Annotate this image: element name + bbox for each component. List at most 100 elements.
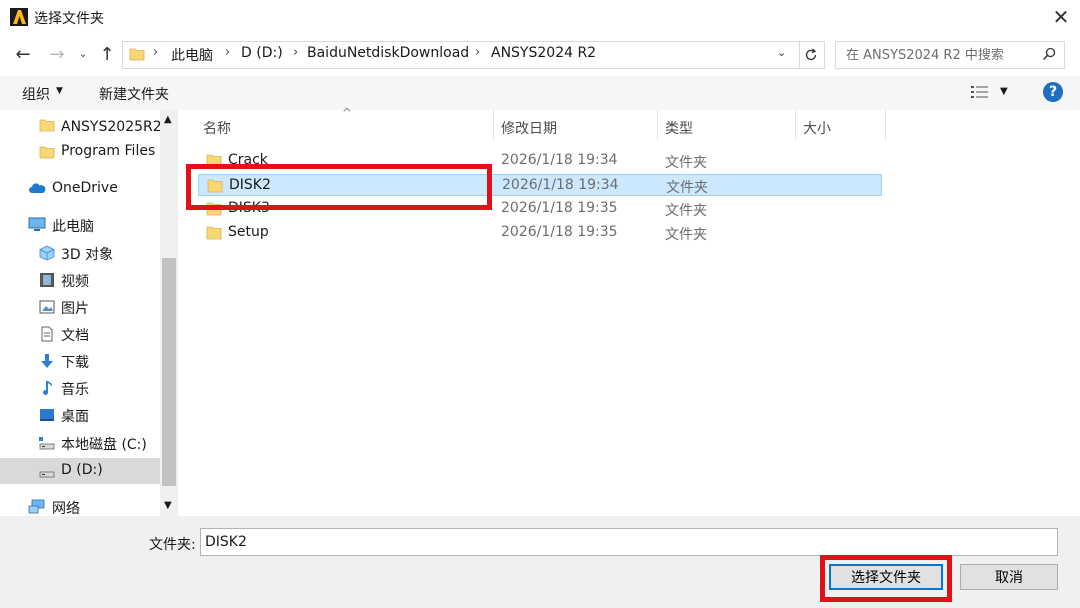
breadcrumb-separator: › — [225, 45, 231, 60]
sidebar-scrollbar-thumb[interactable] — [162, 258, 176, 486]
sidebar-item-network[interactable]: 网络 — [0, 494, 160, 516]
sidebar-item-program-files[interactable]: Program Files — [0, 139, 160, 165]
view-mode-dropdown-icon[interactable]: ▼ — [1000, 86, 1008, 97]
table-row[interactable]: Crack 2026/1/18 19:34 文件夹 — [198, 150, 882, 172]
computer-icon — [28, 217, 46, 231]
organize-button[interactable]: 组织 — [22, 84, 50, 104]
file-name: DISK3 — [228, 200, 270, 216]
column-divider[interactable] — [885, 110, 886, 140]
sidebar-item-pictures[interactable]: 图片 — [0, 294, 160, 320]
scroll-down-icon[interactable]: ▼ — [164, 500, 172, 511]
search-box[interactable] — [835, 41, 1065, 69]
help-icon[interactable]: ? — [1043, 82, 1063, 102]
sidebar-item-label: 音乐 — [61, 382, 89, 398]
sidebar-item-ansys2025r2[interactable]: ANSYS2025R2安 — [0, 112, 160, 138]
title-bar: 选择文件夹 ✕ — [0, 0, 1080, 36]
column-divider[interactable] — [657, 110, 658, 140]
folder-name-field[interactable] — [200, 528, 1058, 556]
sidebar-item-label: 视频 — [61, 274, 89, 290]
sidebar-item-local-disk-c[interactable]: 本地磁盘 (C:) — [0, 430, 160, 456]
file-type: 文件夹 — [666, 180, 708, 196]
sort-ascending-icon: ^ — [342, 106, 353, 120]
sidebar-item-label: 3D 对象 — [61, 247, 114, 263]
file-modified: 2026/1/18 19:34 — [501, 152, 618, 168]
sidebar-item-music[interactable]: 音乐 — [0, 375, 160, 401]
sidebar-item-videos[interactable]: 视频 — [0, 267, 160, 293]
sidebar-item-desktop[interactable]: 桌面 — [0, 402, 160, 428]
folder-icon — [39, 146, 55, 159]
sidebar-item-3d-objects[interactable]: 3D 对象 — [0, 240, 160, 266]
search-input[interactable] — [846, 45, 1036, 65]
breadcrumb-separator: › — [293, 45, 299, 60]
view-mode-icon[interactable] — [970, 84, 990, 100]
forward-arrow-icon[interactable]: → — [44, 41, 70, 67]
sidebar-item-label: ANSYS2025R2安 — [61, 119, 160, 135]
sidebar-item-this-pc[interactable]: 此电脑 — [0, 212, 160, 238]
sidebar-item-label: Program Files — [61, 143, 156, 159]
cloud-icon — [29, 183, 46, 193]
select-folder-button[interactable]: 选择文件夹 — [829, 564, 943, 590]
folder-icon — [206, 202, 222, 216]
refresh-icon[interactable] — [798, 41, 825, 69]
table-row[interactable]: DISK3 2026/1/18 19:35 文件夹 — [198, 198, 882, 220]
close-icon[interactable]: ✕ — [1044, 2, 1078, 32]
sidebar-item-label: OneDrive — [52, 180, 118, 196]
search-icon[interactable] — [1042, 47, 1056, 61]
table-row[interactable]: DISK2 2026/1/18 19:34 文件夹 — [198, 174, 882, 196]
file-type: 文件夹 — [665, 227, 707, 243]
recent-locations-chevron-icon[interactable]: ⌄ — [74, 41, 92, 67]
column-header-name[interactable]: 名称 — [203, 118, 231, 138]
dialog-footer: 文件夹: 选择文件夹 取消 — [0, 516, 1080, 608]
desktop-icon — [40, 409, 54, 421]
folder-icon — [39, 119, 55, 132]
command-toolbar: 组织 ▼ 新建文件夹 ▼ ? — [0, 76, 1080, 110]
cancel-button[interactable]: 取消 — [960, 564, 1058, 590]
sidebar-item-label: 网络 — [52, 501, 80, 516]
breadcrumb-baidunetdiskdownload[interactable]: BaiduNetdiskDownload — [307, 45, 469, 61]
breadcrumb-d-drive[interactable]: D (D:) — [241, 45, 283, 61]
network-icon — [28, 499, 45, 514]
document-icon — [41, 326, 53, 342]
sidebar-item-label: 桌面 — [61, 409, 89, 425]
sidebar-item-label: 本地磁盘 (C:) — [61, 437, 147, 453]
breadcrumb-separator: › — [475, 45, 481, 60]
up-arrow-icon[interactable]: ↑ — [94, 41, 120, 67]
window-title: 选择文件夹 — [34, 11, 104, 27]
address-dropdown-icon[interactable]: ⌄ — [777, 46, 786, 59]
sidebar-item-downloads[interactable]: 下载 — [0, 348, 160, 374]
new-folder-button[interactable]: 新建文件夹 — [99, 84, 169, 104]
drive-icon — [39, 437, 55, 450]
folder-field-label: 文件夹: — [149, 537, 196, 553]
organize-dropdown-icon[interactable]: ▼ — [56, 86, 63, 96]
sidebar-item-label: 文档 — [61, 328, 89, 344]
navigation-pane: ANSYS2025R2安 Program Files OneDrive 此电脑 … — [0, 110, 178, 516]
folder-icon — [207, 179, 223, 193]
breadcrumb-this-pc[interactable]: 此电脑 — [171, 45, 213, 65]
ansys-app-icon — [10, 8, 28, 26]
sidebar-item-label: D (D:) — [61, 462, 103, 478]
column-header-type[interactable]: 类型 — [665, 118, 693, 138]
file-list: ^ 名称 修改日期 类型 大小 Crack 2026/1/18 19:34 文件… — [178, 106, 1080, 516]
sidebar-item-d-drive[interactable]: D (D:) — [0, 458, 160, 484]
file-modified: 2026/1/18 19:35 — [501, 224, 618, 240]
sidebar-item-label: 图片 — [61, 301, 89, 317]
address-bar[interactable]: › 此电脑 › D (D:) › BaiduNetdiskDownload › … — [122, 41, 800, 69]
picture-icon — [39, 300, 55, 314]
file-type: 文件夹 — [665, 203, 707, 219]
column-header-size[interactable]: 大小 — [803, 118, 831, 138]
column-divider[interactable] — [493, 110, 494, 140]
folder-icon — [206, 226, 222, 240]
column-header-modified[interactable]: 修改日期 — [501, 118, 557, 138]
table-row[interactable]: Setup 2026/1/18 19:35 文件夹 — [198, 222, 882, 244]
back-arrow-icon[interactable]: ← — [10, 41, 36, 67]
column-divider[interactable] — [795, 110, 796, 140]
file-name: Setup — [228, 224, 269, 240]
file-type: 文件夹 — [665, 155, 707, 171]
sidebar-item-documents[interactable]: 文档 — [0, 321, 160, 347]
breadcrumb-ansys2024-r2[interactable]: ANSYS2024 R2 — [491, 45, 596, 61]
sidebar-item-onedrive[interactable]: OneDrive — [0, 176, 160, 202]
scroll-up-icon[interactable]: ▲ — [164, 114, 172, 125]
video-icon — [40, 273, 54, 287]
file-modified: 2026/1/18 19:34 — [502, 177, 619, 193]
file-name: Crack — [228, 152, 268, 168]
